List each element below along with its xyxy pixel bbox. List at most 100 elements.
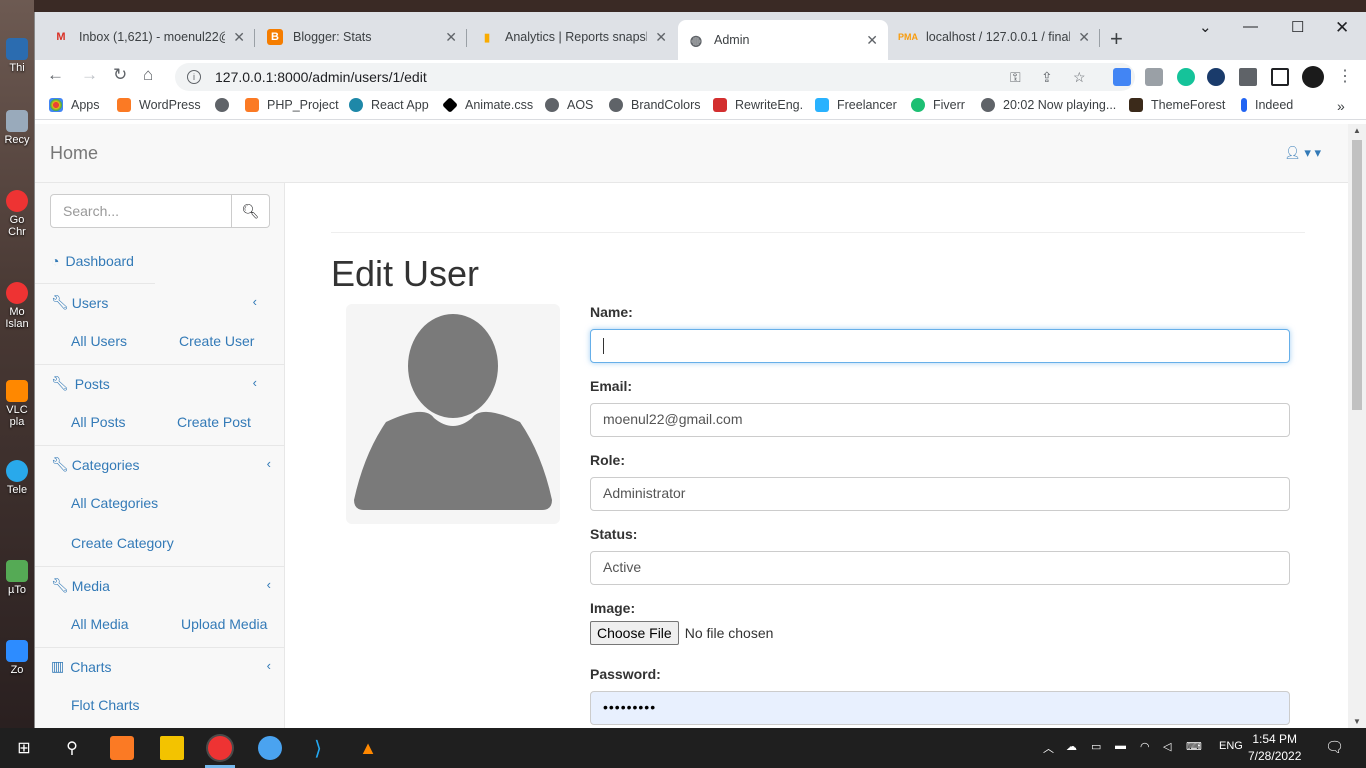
- sidebar-sub-create-user[interactable]: Create User: [179, 333, 254, 349]
- tab-search-icon[interactable]: ⌄: [1199, 18, 1212, 36]
- password-input[interactable]: •••••••••: [590, 691, 1290, 725]
- onedrive-icon[interactable]: ☁: [1066, 740, 1077, 753]
- sidebar-sub-all-media[interactable]: All Media: [71, 616, 129, 632]
- tab-phpmyadmin[interactable]: PMA localhost / 127.0.0.1 / final_ ✕: [890, 20, 1100, 54]
- share-icon[interactable]: ⇪: [1041, 69, 1053, 86]
- home-icon[interactable]: ⌂: [143, 65, 153, 85]
- menu-kebab-icon[interactable]: ⋮: [1337, 66, 1353, 86]
- navbar-brand[interactable]: Home: [50, 143, 98, 164]
- chrome-desktop-icon[interactable]: Go Chr: [0, 190, 34, 238]
- battery-icon[interactable]: ▬: [1115, 740, 1126, 752]
- tray-chevron-icon[interactable]: ︿: [1043, 740, 1054, 756]
- sidebar-item-posts[interactable]: 🔧︎ Posts ‹: [35, 365, 285, 405]
- site-info-icon[interactable]: i: [187, 70, 201, 84]
- search-icon[interactable]: ⚲: [60, 736, 84, 760]
- bookmark-aos[interactable]: AOS: [545, 98, 593, 112]
- bookmark-brandcolors[interactable]: BrandColors: [609, 98, 700, 112]
- notifications-icon[interactable]: 🗨︎: [1325, 738, 1344, 756]
- choose-file-button[interactable]: Choose File: [590, 621, 679, 645]
- vlc-taskbar-icon[interactable]: ▲: [356, 736, 380, 760]
- bookmark-freelancer[interactable]: Freelancer: [815, 98, 897, 112]
- address-bar[interactable]: i 127.0.0.1:8000/admin/users/1/edit ⚿ ⇪ …: [175, 63, 1135, 91]
- tab-gmail[interactable]: M Inbox (1,621) - moenul22@ ✕: [43, 20, 255, 54]
- sidebar-sub-all-posts[interactable]: All Posts: [71, 414, 125, 430]
- bookmark-now-playing[interactable]: 20:02 Now playing...: [981, 98, 1116, 112]
- back-icon[interactable]: ←: [47, 65, 64, 85]
- telegram-desktop-icon[interactable]: Tele: [0, 460, 34, 496]
- maximize-icon[interactable]: ☐: [1291, 18, 1304, 36]
- extension-icon[interactable]: [1207, 68, 1225, 86]
- utorrent-desktop-icon[interactable]: µTo: [0, 560, 34, 596]
- sidebar-item-users[interactable]: 🔧︎ Users ‹: [35, 284, 285, 324]
- bookmark-apps[interactable]: Apps: [49, 98, 100, 112]
- vlc-desktop-icon[interactable]: VLC pla: [0, 380, 34, 428]
- close-window-icon[interactable]: ✕: [1335, 18, 1349, 38]
- wifi-icon[interactable]: ◠: [1140, 740, 1150, 753]
- profile-avatar[interactable]: [1302, 66, 1324, 88]
- sidebar-item-charts[interactable]: ▥ Charts ‹: [35, 648, 285, 688]
- xampp-taskbar-icon[interactable]: [110, 736, 134, 760]
- language-indicator[interactable]: ENG: [1219, 740, 1243, 752]
- desktop-icon[interactable]: Thi: [0, 38, 34, 74]
- finder-taskbar-icon[interactable]: [258, 736, 282, 760]
- close-tab-icon[interactable]: ✕: [445, 29, 457, 46]
- search-input[interactable]: Search...: [50, 194, 232, 228]
- minimize-icon[interactable]: —: [1243, 18, 1258, 35]
- chrome-taskbar-icon[interactable]: [208, 736, 232, 760]
- sidebar-sub-flot-charts[interactable]: Flot Charts: [71, 697, 139, 713]
- grammarly-icon[interactable]: [1177, 68, 1195, 86]
- sidebar-item-dashboard[interactable]: ◔ Dashboard: [35, 243, 285, 283]
- clock[interactable]: 1:54 PM 7/28/2022: [1248, 731, 1301, 765]
- sidebar-sub-upload-media[interactable]: Upload Media: [181, 616, 267, 632]
- forward-icon[interactable]: →: [81, 65, 98, 85]
- close-tab-icon[interactable]: ✕: [233, 29, 245, 46]
- role-select[interactable]: Administrator: [590, 477, 1290, 511]
- sidebar-item-categories[interactable]: 🔧︎ Categories ‹: [35, 446, 285, 486]
- vscode-taskbar-icon[interactable]: ⟩: [306, 736, 330, 760]
- translate-extension-icon[interactable]: [1113, 68, 1131, 86]
- bookmark-fiverr[interactable]: Fiverr: [911, 98, 965, 112]
- close-tab-icon[interactable]: ✕: [866, 32, 878, 49]
- sidebar-sub-all-categories[interactable]: All Categories: [71, 495, 158, 511]
- bookmark-rewriteeng[interactable]: RewriteEng.: [713, 98, 803, 112]
- bookmark-themeforest[interactable]: ThemeForest: [1129, 98, 1225, 112]
- bookmark-php-project[interactable]: PHP_Project: [245, 98, 339, 112]
- sidebar-sub-create-category[interactable]: Create Category: [71, 535, 174, 551]
- scroll-down-icon[interactable]: ▼: [1353, 717, 1361, 726]
- close-tab-icon[interactable]: ✕: [655, 29, 667, 46]
- recycle-bin-icon[interactable]: Recy: [0, 110, 34, 146]
- tab-analytics[interactable]: ▮ Analytics | Reports snapshot ✕: [469, 20, 677, 54]
- scrollbar-thumb[interactable]: [1352, 140, 1362, 410]
- extensions-puzzle-icon[interactable]: [1239, 68, 1257, 86]
- bookmarks-overflow-icon[interactable]: »: [1337, 98, 1345, 114]
- meet-icon[interactable]: ▭: [1091, 740, 1101, 753]
- bookmark-indeed[interactable]: Indeed: [1241, 98, 1293, 112]
- bookmark-globe[interactable]: [215, 98, 237, 112]
- page-scrollbar[interactable]: ▲ ▼: [1348, 124, 1366, 728]
- close-tab-icon[interactable]: ✕: [1078, 29, 1090, 46]
- file-explorer-icon[interactable]: [160, 736, 184, 760]
- camera-extension-icon[interactable]: [1145, 68, 1163, 86]
- reload-icon[interactable]: ↻: [113, 65, 127, 85]
- bookmark-react-app[interactable]: React App: [349, 98, 429, 112]
- sidebar-sub-create-post[interactable]: Create Post: [177, 414, 251, 430]
- zoom-desktop-icon[interactable]: Zo: [0, 640, 34, 676]
- key-icon[interactable]: ⚿: [1010, 69, 1021, 86]
- sidebar-item-media[interactable]: 🔧︎ Media ‹: [35, 567, 285, 607]
- side-panel-icon[interactable]: [1271, 68, 1289, 86]
- user-dropdown[interactable]: 👤︎ ▾ ▾: [1284, 145, 1321, 161]
- sidebar-sub-all-users[interactable]: All Users: [71, 333, 127, 349]
- bookmark-star-icon[interactable]: ☆: [1073, 69, 1086, 86]
- search-button[interactable]: 🔍︎: [232, 194, 270, 228]
- scroll-up-icon[interactable]: ▲: [1353, 126, 1361, 135]
- volume-icon[interactable]: ◁: [1163, 740, 1171, 753]
- new-tab-icon[interactable]: +: [1110, 26, 1123, 52]
- bookmark-animate-css[interactable]: Animate.css: [442, 97, 533, 113]
- status-select[interactable]: Active: [590, 551, 1290, 585]
- keyboard-icon[interactable]: ⌨: [1186, 740, 1202, 753]
- email-input[interactable]: moenul22@gmail.com: [590, 403, 1290, 437]
- tab-blogger[interactable]: B Blogger: Stats ✕: [257, 20, 467, 54]
- chrome-desktop-icon[interactable]: Mo Islan: [0, 282, 34, 330]
- windows-start-icon[interactable]: ⊞: [12, 736, 36, 760]
- tab-admin[interactable]: ◍ Admin ✕: [678, 20, 888, 60]
